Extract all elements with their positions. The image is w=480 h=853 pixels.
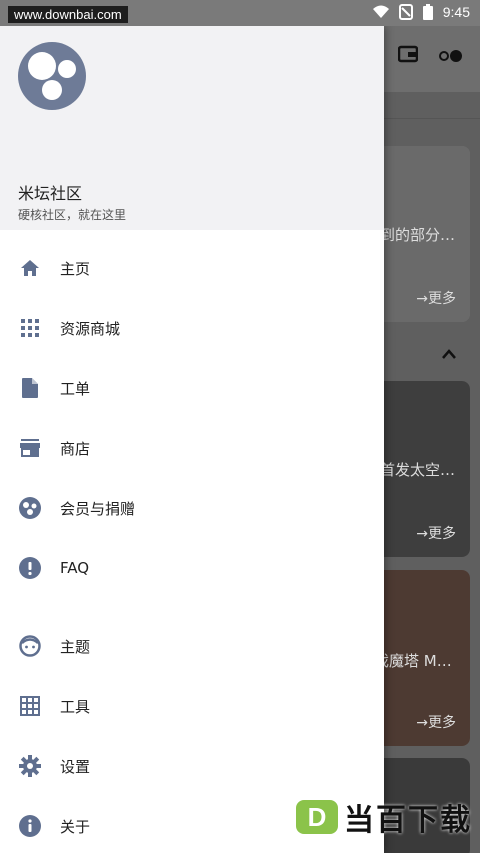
card-title: 首发太空… [380,461,456,479]
card-more-link[interactable]: →更多 [416,712,456,732]
face-icon [18,634,42,658]
status-icons: 9:45 [372,4,470,20]
app-logo-avatar [18,42,86,110]
menu-item-faq[interactable]: FAQ [0,540,384,596]
menu-item-label: 商店 [60,439,91,458]
logo-dot [42,80,62,100]
card-title: 戏魔塔 M… [374,652,452,670]
navigation-drawer: 米坛社区 硬核社区，就在这里 主页 资源商城 工单 商店 会员与捐赠 FAQ 主… [0,26,384,853]
menu-item-label: 工具 [60,697,91,716]
wallet-icon[interactable] [397,44,419,68]
wifi-icon [372,5,389,18]
menu-item-store[interactable]: 商店 [0,420,384,476]
home-icon [18,256,42,280]
chevron-up-icon[interactable] [442,344,456,363]
menu-item-theme[interactable]: 主题 [0,618,384,674]
menu-item-label: 主题 [60,637,91,656]
table-icon [18,694,42,718]
menu-item-settings[interactable]: 设置 [0,738,384,794]
card-more-link[interactable]: →更多 [416,523,456,543]
site-watermark-logo: D 当百下载 [296,795,472,839]
menu-item-label: 资源商城 [60,319,121,338]
more-options-icon[interactable] [438,48,464,67]
logo-dot [58,60,76,78]
clock: 9:45 [442,4,470,20]
status-bar: www.downbai.com 9:45 [0,0,480,26]
store-icon [18,436,42,460]
menu-item-label: FAQ [60,559,90,577]
app-subtitle: 硬核社区，就在这里 [18,208,127,222]
document-icon [18,376,42,400]
logo-dot [28,52,56,80]
menu-item-membership-donation[interactable]: 会员与捐赠 [0,480,384,536]
membership-icon [18,496,42,520]
drawer-header: 米坛社区 硬核社区，就在这里 [0,26,384,230]
no-sim-icon [398,4,413,20]
menu-item-resource-mall[interactable]: 资源商城 [0,300,384,356]
menu-item-label: 工单 [60,379,91,398]
menu-item-label: 设置 [60,757,91,776]
menu-item-tools[interactable]: 工具 [0,678,384,734]
card-more-link[interactable]: →更多 [416,288,456,308]
app-name: 米坛社区 [18,184,83,203]
menu-item-label: 主页 [60,259,91,278]
menu-item-home[interactable]: 主页 [0,240,384,296]
logo-mark: D [296,800,338,834]
card-title: 到的部分… [380,226,456,244]
logo-text: 当百下载 [344,803,472,838]
grid-icon [18,316,42,340]
alert-icon [18,556,42,580]
watermark-text: www.downbai.com [8,6,128,23]
battery-icon [422,4,433,20]
menu-item-label: 关于 [60,817,91,836]
settings-icon [18,754,42,778]
menu-item-tickets[interactable]: 工单 [0,360,384,416]
menu-item-label: 会员与捐赠 [60,499,136,518]
info-icon [18,814,42,838]
